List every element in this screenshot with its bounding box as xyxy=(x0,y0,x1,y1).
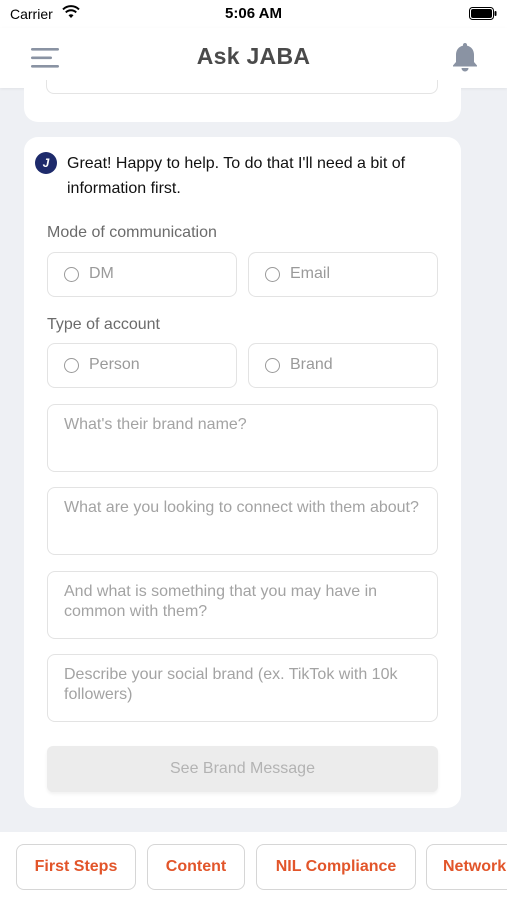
chip-first-steps[interactable]: First Steps xyxy=(16,844,136,890)
radio-label: Person xyxy=(89,356,140,373)
type-of-account-label: Type of account xyxy=(47,316,160,333)
bot-message: Great! Happy to help. To do that I'll ne… xyxy=(67,155,406,197)
previous-message-card xyxy=(24,80,461,122)
radio-circle-icon xyxy=(265,358,280,373)
radio-person[interactable]: Person xyxy=(47,343,237,388)
radio-circle-icon xyxy=(265,267,280,282)
common-ground-field[interactable]: And what is something that you may have … xyxy=(47,571,438,639)
mode-of-communication-label: Mode of communication xyxy=(47,224,217,241)
radio-dm[interactable]: DM xyxy=(47,252,237,297)
battery-icon xyxy=(469,7,497,23)
radio-circle-icon xyxy=(64,358,79,373)
connect-about-field[interactable]: What are you looking to connect with the… xyxy=(47,487,438,555)
radio-label: Email xyxy=(290,265,331,282)
page-title: Ask JABA xyxy=(196,43,311,69)
radio-email[interactable]: Email xyxy=(248,252,438,297)
radio-label: Brand xyxy=(290,356,333,373)
bot-avatar: J xyxy=(35,152,57,174)
social-brand-field[interactable]: Describe your social brand (ex. TikTok w… xyxy=(47,654,438,722)
chat-form-card: J Great! Happy to help. To do that I'll … xyxy=(24,137,461,808)
radio-label: DM xyxy=(89,265,114,282)
brand-name-field[interactable]: What's their brand name? xyxy=(47,404,438,472)
quick-action-bar: First Steps Content NIL Compliance Netwo… xyxy=(0,832,507,900)
field-placeholder: What's their brand name? xyxy=(64,416,247,433)
chip-nil-compliance[interactable]: NIL Compliance xyxy=(256,844,416,890)
field-placeholder: What are you looking to connect with the… xyxy=(64,499,419,516)
radio-circle-icon xyxy=(64,267,79,282)
bell-icon[interactable] xyxy=(451,41,479,73)
previous-input-field xyxy=(46,80,438,94)
radio-brand[interactable]: Brand xyxy=(248,343,438,388)
chip-content[interactable]: Content xyxy=(147,844,245,890)
chip-network[interactable]: Network xyxy=(426,844,507,890)
status-bar: Carrier 5:06 AM xyxy=(0,0,507,28)
field-placeholder: And what is something that you may have … xyxy=(64,583,378,620)
field-placeholder: Describe your social brand (ex. TikTok w… xyxy=(64,666,398,703)
see-brand-message-button[interactable]: See Brand Message xyxy=(47,746,438,792)
app-header: Ask JABA xyxy=(0,28,507,88)
clock: 5:06 AM xyxy=(225,5,282,22)
